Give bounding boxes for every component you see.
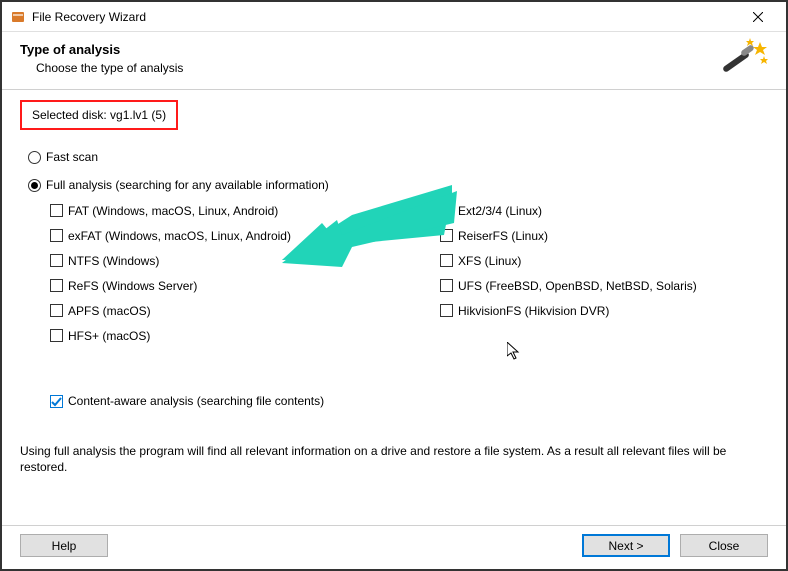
checkbox-fs-left-1[interactable]: exFAT (Windows, macOS, Linux, Android) (50, 223, 430, 248)
checkbox-icon (440, 279, 453, 292)
radio-icon (28, 179, 41, 192)
checkbox-fs-left-2[interactable]: NTFS (Windows) (50, 248, 430, 273)
checkbox-icon (50, 279, 63, 292)
next-button-label: Next > (608, 539, 643, 553)
checkbox-fs-right-3[interactable]: UFS (FreeBSD, OpenBSD, NetBSD, Solaris) (440, 273, 768, 298)
checkbox-icon (50, 204, 63, 217)
radio-full-analysis-label: Full analysis (searching for any availab… (46, 178, 329, 192)
checkbox-label: XFS (Linux) (458, 254, 521, 268)
checkbox-fs-right-2[interactable]: XFS (Linux) (440, 248, 768, 273)
checkbox-icon (50, 329, 63, 342)
checkbox-fs-left-3[interactable]: ReFS (Windows Server) (50, 273, 430, 298)
wizard-window: File Recovery Wizard Type of analysis Ch… (0, 0, 788, 571)
checkbox-icon (50, 254, 63, 267)
selected-disk-label: Selected disk: vg1.lv1 (5) (32, 108, 166, 122)
checkbox-label: UFS (FreeBSD, OpenBSD, NetBSD, Solaris) (458, 279, 697, 293)
checkbox-icon (440, 204, 453, 217)
close-button[interactable]: Close (680, 534, 768, 557)
help-button[interactable]: Help (20, 534, 108, 557)
close-icon (753, 12, 763, 22)
analysis-description: Using full analysis the program will fin… (20, 444, 768, 475)
checkbox-fs-left-0[interactable]: FAT (Windows, macOS, Linux, Android) (50, 198, 430, 223)
checkbox-icon (50, 229, 63, 242)
window-title: File Recovery Wizard (32, 10, 146, 24)
page-subtitle: Choose the type of analysis (36, 61, 768, 75)
selected-disk-highlight: Selected disk: vg1.lv1 (5) (20, 100, 178, 130)
window-close-button[interactable] (738, 3, 778, 31)
filesystem-options: FAT (Windows, macOS, Linux, Android) exFA… (50, 198, 768, 348)
radio-fast-scan-label: Fast scan (46, 150, 98, 164)
filesystem-column-right: Ext2/3/4 (Linux) ReiserFS (Linux) XFS (Lin… (440, 198, 768, 348)
checkbox-icon (50, 304, 63, 317)
titlebar: File Recovery Wizard (2, 2, 786, 32)
checkbox-label: HFS+ (macOS) (68, 329, 150, 343)
checkbox-label: APFS (macOS) (68, 304, 151, 318)
radio-fast-scan[interactable]: Fast scan (28, 150, 768, 164)
checkbox-label: NTFS (Windows) (68, 254, 159, 268)
help-button-label: Help (52, 539, 77, 553)
page-title: Type of analysis (20, 42, 768, 57)
radio-full-analysis[interactable]: Full analysis (searching for any availab… (28, 178, 768, 192)
checkbox-fs-left-4[interactable]: APFS (macOS) (50, 298, 430, 323)
checkbox-label: ReFS (Windows Server) (68, 279, 197, 293)
wizard-wand-icon (720, 38, 768, 83)
checkbox-icon (440, 229, 453, 242)
checkbox-label: FAT (Windows, macOS, Linux, Android) (68, 204, 278, 218)
checkbox-icon (440, 304, 453, 317)
checkbox-label: exFAT (Windows, macOS, Linux, Android) (68, 229, 291, 243)
filesystem-column-left: FAT (Windows, macOS, Linux, Android) exFA… (50, 198, 430, 348)
checkbox-icon (50, 395, 63, 408)
checkbox-label: Ext2/3/4 (Linux) (458, 204, 542, 218)
checkbox-fs-left-5[interactable]: HFS+ (macOS) (50, 323, 430, 348)
checkbox-fs-right-0[interactable]: Ext2/3/4 (Linux) (440, 198, 768, 223)
wizard-footer: Help Next > Close (2, 525, 786, 569)
checkbox-icon (440, 254, 453, 267)
app-icon (10, 9, 26, 25)
radio-icon (28, 151, 41, 164)
checkbox-label: HikvisionFS (Hikvision DVR) (458, 304, 609, 318)
checkbox-label: ReiserFS (Linux) (458, 229, 548, 243)
checkbox-content-aware[interactable]: Content-aware analysis (searching file c… (50, 394, 768, 408)
checkbox-content-aware-label: Content-aware analysis (searching file c… (68, 394, 324, 408)
checkbox-fs-right-4[interactable]: HikvisionFS (Hikvision DVR) (440, 298, 768, 323)
wizard-content: Selected disk: vg1.lv1 (5) Fast scan Ful… (2, 90, 786, 525)
next-button[interactable]: Next > (582, 534, 670, 557)
checkbox-fs-right-1[interactable]: ReiserFS (Linux) (440, 223, 768, 248)
wizard-header: Type of analysis Choose the type of anal… (2, 32, 786, 90)
close-button-label: Close (709, 539, 740, 553)
